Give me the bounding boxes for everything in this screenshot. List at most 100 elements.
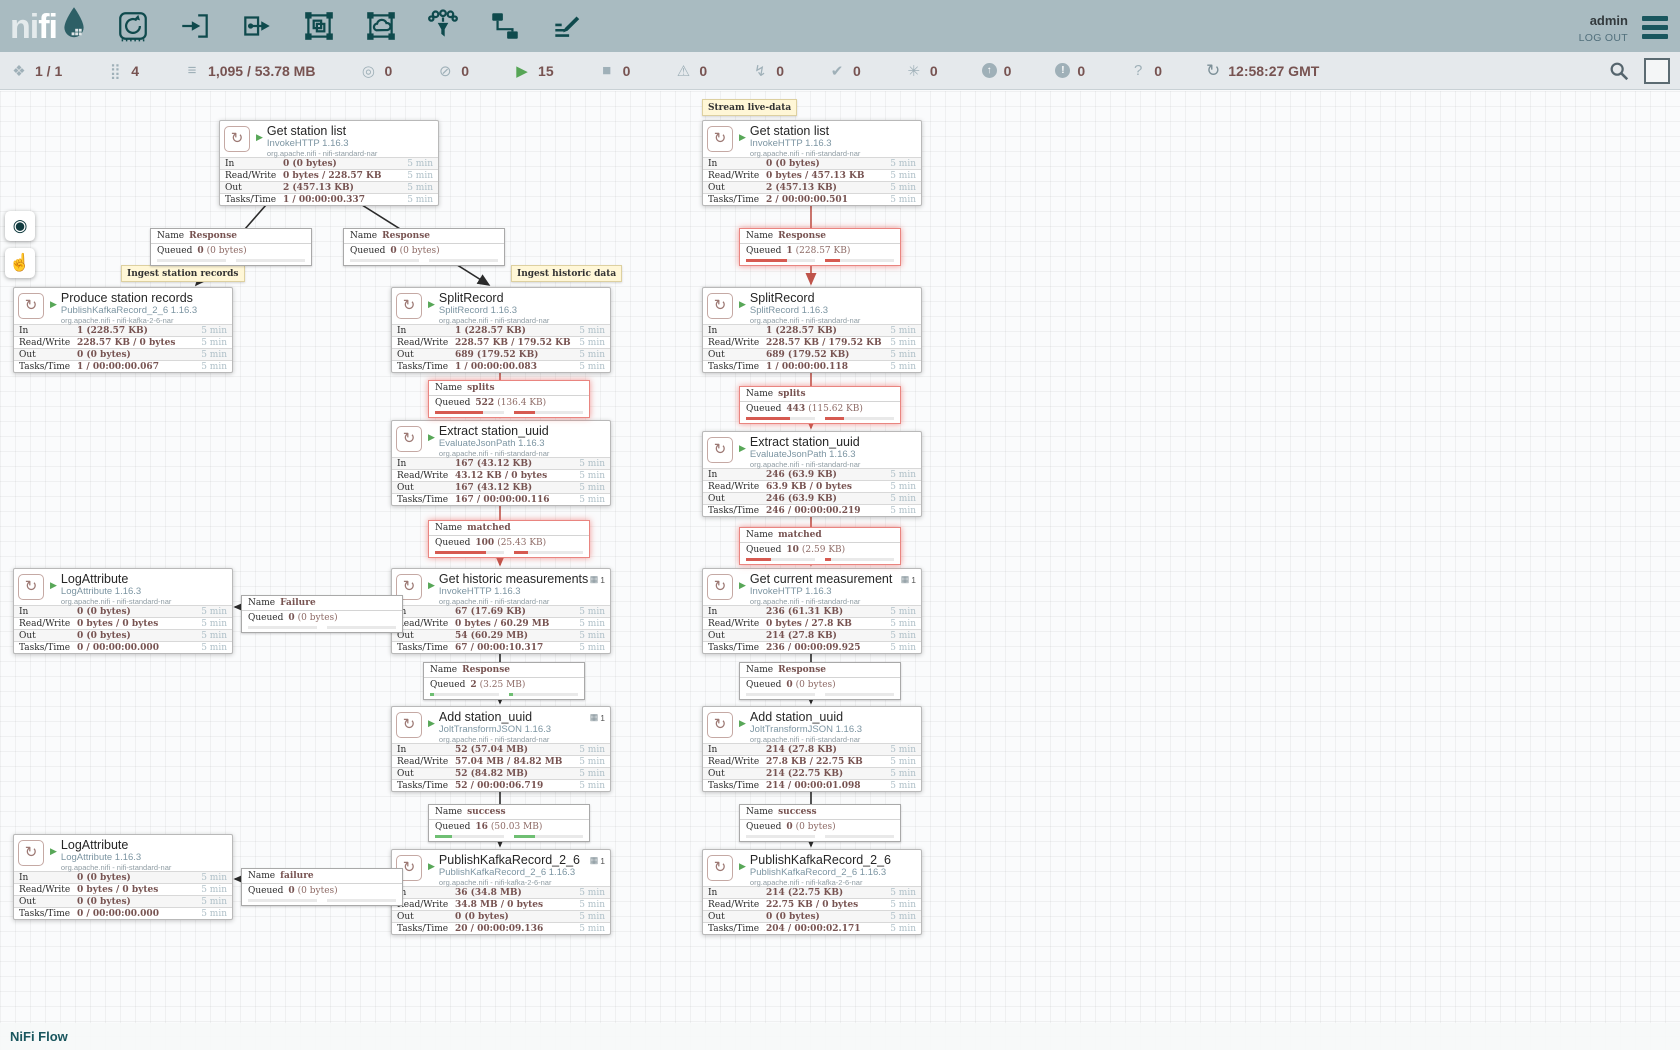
connection-name-row: NameResponse (424, 663, 584, 678)
processor-add-station-uuid-2[interactable]: ↻ ▶ Add station_uuid JoltTransformJSON 1… (702, 706, 922, 792)
label-toolbar-icon[interactable] (549, 8, 585, 44)
processor-extract-station-uuid-1[interactable]: ↻ ▶ Extract station_uuid EvaluateJsonPat… (391, 420, 611, 506)
stopped-icon: ■ (598, 62, 616, 79)
run-status-icon: ▶ (739, 132, 746, 143)
operate-palette-button[interactable]: ☝ (5, 248, 35, 278)
connection-queue-row: Queued0(0 bytes) (151, 244, 311, 258)
processor-bundle: org.apache.nifi - nifi-standard-nar (439, 316, 606, 325)
connection-splits-right[interactable]: Namesplits Queued443(115.62 KB) (739, 386, 901, 424)
refresh-status: ↻ 12:58:27 GMT (1206, 61, 1319, 81)
canvas-label[interactable]: Ingest station records (121, 265, 245, 282)
navigate-palette-button[interactable]: ◉ (5, 211, 35, 241)
stat-row-out: Out214 (22.75 KB)5 min (703, 767, 921, 779)
canvas-label[interactable]: Stream live-data (702, 99, 797, 116)
sync-failure-icon: ? (1129, 62, 1147, 79)
connection-success-right[interactable]: Namesuccess Queued0(0 bytes) (739, 804, 901, 842)
processor-type: LogAttribute 1.16.3 (61, 852, 228, 863)
flow-canvas[interactable]: ◉ ☝ Ingest station records Ingest histori… (0, 91, 1680, 1050)
status-transmitting: ◎ 0 (359, 62, 392, 80)
processor-split-record-2[interactable]: ↻ ▶ SplitRecord SplitRecord 1.16.3 org.a… (702, 287, 922, 373)
processor-log-attribute-1[interactable]: ↻ ▶ LogAttribute LogAttribute 1.16.3 org… (13, 568, 233, 654)
connection-success-mid[interactable]: Namesuccess Queued16(50.03 MB) (428, 804, 590, 842)
connection-resp-mid-2[interactable]: NameResponse Queued2(3.25 MB) (423, 662, 585, 700)
connection-name-row: Namefailure (242, 869, 402, 884)
funnel-toolbar-icon[interactable] (425, 8, 461, 44)
processor-type: PublishKafkaRecord_2_6 1.16.3 (439, 867, 606, 878)
processor-toolbar-icon[interactable] (115, 8, 151, 44)
processor-produce-station-records[interactable]: ↻ ▶ Produce station records PublishKafka… (13, 287, 233, 373)
processor-get-current-measurement[interactable]: ↻ ▶ Get current measurement InvokeHTTP 1… (702, 568, 922, 654)
connection-name-row: Namesplits (740, 387, 900, 402)
stat-row-read-write: Read/Write228.57 KB / 0 bytes5 min (14, 336, 232, 348)
backpressure-bars (429, 834, 589, 841)
search-icon[interactable] (1608, 60, 1630, 82)
connection-splits-mid[interactable]: Namesplits Queued522(136.4 KB) (428, 380, 590, 418)
connection-queue-row: Queued0(0 bytes) (242, 884, 402, 898)
processor-split-record-1[interactable]: ↻ ▶ SplitRecord SplitRecord 1.16.3 org.a… (391, 287, 611, 373)
processor-publish-kafka-2[interactable]: ↻ ▶ PublishKafkaRecord_2_6 PublishKafkaR… (702, 849, 922, 935)
processor-type: JoltTransformJSON 1.16.3 (439, 724, 606, 735)
processor-log-attribute-2[interactable]: ↻ ▶ LogAttribute LogAttribute 1.16.3 org… (13, 834, 233, 920)
status-stale: ↑ 0 (982, 63, 1012, 79)
processor-name: Produce station records (61, 292, 228, 305)
process-group-toolbar-icon[interactable] (301, 8, 337, 44)
global-menu-button[interactable] (1642, 16, 1668, 39)
connection-queue-row: Queued522(136.4 KB) (429, 396, 589, 410)
run-status-icon: ▶ (739, 718, 746, 729)
connection-resp-mid[interactable]: NameResponse Queued0(0 bytes) (343, 228, 505, 266)
connection-matched-right[interactable]: Namematched Queued10(2.59 KB) (739, 527, 901, 565)
data-size-bar (514, 551, 583, 554)
processor-type-icon: ↻ (396, 293, 422, 319)
backpressure-bars (242, 625, 402, 632)
active-thread-count-badge: ▦1 (590, 574, 605, 585)
hand-pointer-icon: ☝ (9, 253, 30, 273)
stat-row-out: Out0 (0 bytes)5 min (392, 910, 610, 922)
processor-type: InvokeHTTP 1.16.3 (750, 586, 917, 597)
processor-type-icon: ↻ (18, 293, 44, 319)
up-to-date-icon: ✔ (828, 62, 846, 80)
status-locally-modified: ✳ 0 (905, 62, 938, 80)
stat-row-in: In1 (228.57 KB)5 min (14, 324, 232, 336)
object-count-bar (430, 693, 499, 696)
processor-type-icon: ↻ (707, 293, 733, 319)
processor-bundle: org.apache.nifi - nifi-standard-nar (750, 597, 917, 606)
processor-publish-kafka-1[interactable]: ↻ ▶ PublishKafkaRecord_2_6 PublishKafkaR… (391, 849, 611, 935)
processor-name: SplitRecord (439, 292, 606, 305)
processor-name: Extract station_uuid (439, 425, 606, 438)
connection-failure-lower[interactable]: Namefailure Queued0(0 bytes) (241, 868, 403, 906)
processor-extract-station-uuid-2[interactable]: ↻ ▶ Extract station_uuid EvaluateJsonPat… (702, 431, 922, 517)
connection-resp-right[interactable]: NameResponse Queued1(228.57 KB) (739, 228, 901, 266)
input-port-toolbar-icon[interactable] (177, 8, 213, 44)
stat-row-tasks-time: Tasks/Time1 / 00:00:00.0675 min (14, 360, 232, 372)
stat-row-read-write: Read/Write0 bytes / 0 bytes5 min (14, 883, 232, 895)
processor-get-station-list-1[interactable]: ↻ ▶ Get station list InvokeHTTP 1.16.3 o… (219, 120, 439, 206)
processor-add-station-uuid-1[interactable]: ↻ ▶ Add station_uuid JoltTransformJSON 1… (391, 706, 611, 792)
canvas-label[interactable]: Ingest historic data (511, 265, 622, 282)
stat-row-tasks-time: Tasks/Time1 / 00:00:00.1185 min (703, 360, 921, 372)
processor-name: PublishKafkaRecord_2_6 (439, 854, 606, 867)
stat-row-read-write: Read/Write43.12 KB / 0 bytes5 min (392, 469, 610, 481)
breadcrumb-root-link[interactable]: NiFi Flow (10, 1029, 68, 1044)
processor-type: LogAttribute 1.16.3 (61, 586, 228, 597)
template-toolbar-icon[interactable] (487, 8, 523, 44)
processor-get-historic-measurements[interactable]: ↻ ▶ Get historic measurements InvokeHTTP… (391, 568, 611, 654)
object-count-bar (746, 693, 815, 696)
processor-bundle: org.apache.nifi - nifi-standard-nar (750, 316, 917, 325)
logout-link[interactable]: LOG OUT (1579, 32, 1628, 44)
data-size-bar (825, 558, 894, 561)
connection-failure-upper[interactable]: NameFailure Queued0(0 bytes) (241, 595, 403, 633)
status-stopped: ■ 0 (598, 62, 631, 79)
backpressure-bars (242, 898, 402, 905)
refresh-icon[interactable]: ↻ (1206, 61, 1220, 81)
connection-resp-left[interactable]: NameResponse Queued0(0 bytes) (150, 228, 312, 266)
connection-matched-mid[interactable]: Namematched Queued100(25.43 KB) (428, 520, 590, 558)
output-port-toolbar-icon[interactable] (239, 8, 275, 44)
remote-process-group-toolbar-icon[interactable] (363, 8, 399, 44)
stat-row-out: Out0 (0 bytes)5 min (14, 629, 232, 641)
stat-row-read-write: Read/Write0 bytes / 457.13 KB5 min (703, 169, 921, 181)
birdseye-toggle-button[interactable] (1644, 58, 1670, 84)
processor-get-station-list-2[interactable]: ↻ ▶ Get station list InvokeHTTP 1.16.3 o… (702, 120, 922, 206)
threads-grid-icon: ▦ (590, 574, 599, 585)
connection-resp-right-2[interactable]: NameResponse Queued0(0 bytes) (739, 662, 901, 700)
status-disabled: ↯ 0 (751, 62, 784, 80)
